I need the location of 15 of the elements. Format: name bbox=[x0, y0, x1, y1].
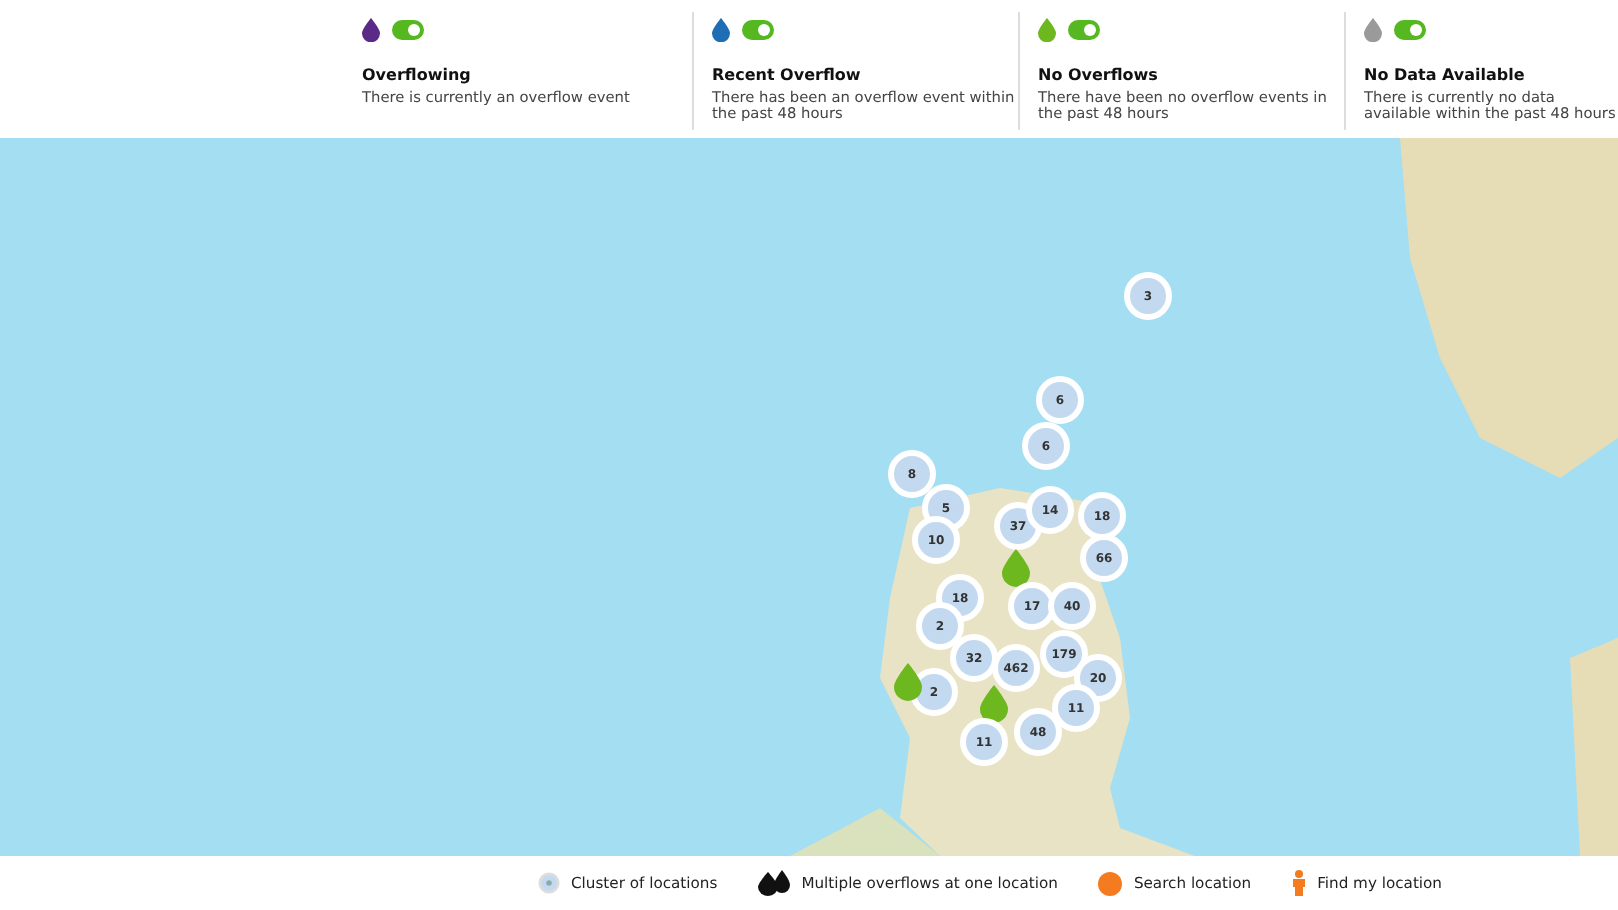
circle-icon bbox=[1097, 871, 1122, 895]
drops-icon bbox=[757, 870, 790, 896]
toggle-switch[interactable] bbox=[742, 20, 774, 40]
person-icon bbox=[1291, 870, 1306, 896]
drop-marker[interactable] bbox=[894, 663, 922, 701]
toggle-switch[interactable] bbox=[1394, 20, 1426, 40]
legend-title: No Data Available bbox=[1364, 66, 1527, 84]
drop-marker[interactable] bbox=[1002, 549, 1030, 587]
toggle-switch[interactable] bbox=[392, 20, 424, 40]
legend-title: Overflowing bbox=[362, 66, 473, 84]
legend-title: Recent Overflow bbox=[712, 66, 863, 84]
legend-title: No Overflows bbox=[1038, 66, 1160, 84]
cluster-icon bbox=[537, 872, 559, 894]
toggle-switch[interactable] bbox=[1068, 20, 1100, 40]
drop-marker[interactable] bbox=[980, 685, 1008, 723]
